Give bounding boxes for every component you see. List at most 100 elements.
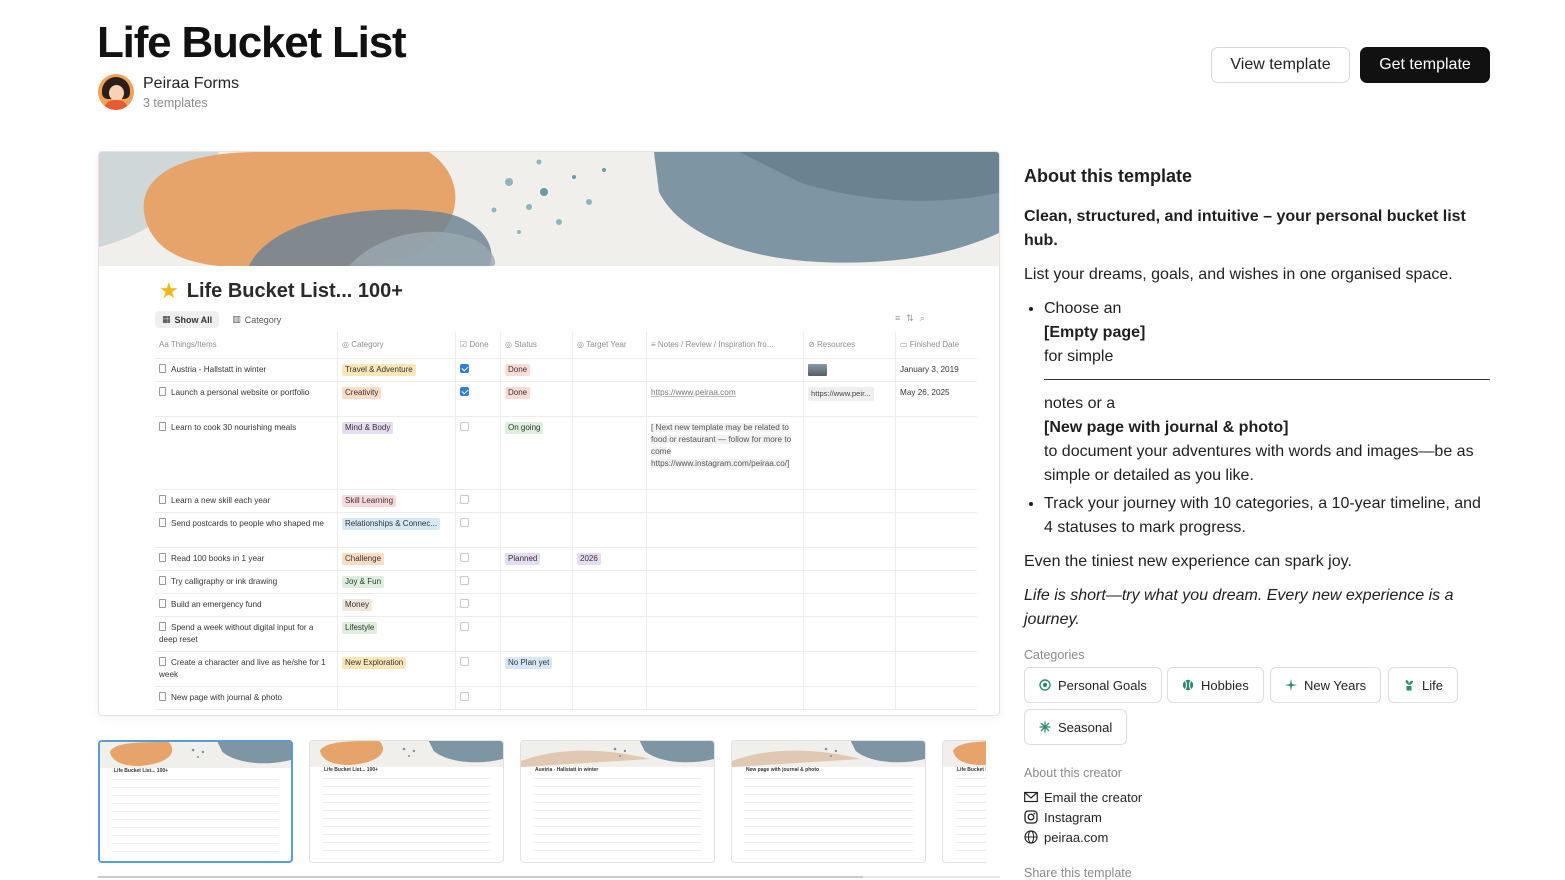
thumbnail-4[interactable]: New page with journal & photo [731, 740, 926, 863]
thumbnail-1[interactable]: Life Bucket List... 100+ [98, 740, 293, 863]
notes-cell [647, 513, 804, 547]
view-template-button[interactable]: View template [1211, 47, 1350, 83]
table-row[interactable]: Austria - Hallstatt in winter Travel & Ad… [155, 359, 977, 382]
year-cell [573, 359, 647, 381]
about-list: Choose an [Empty page] for simple notes … [1044, 297, 1490, 540]
done-checkbox[interactable] [460, 599, 469, 608]
category-chip-seasonal[interactable]: Seasonal [1024, 709, 1128, 745]
instagram-link[interactable]: Instagram [1024, 807, 1142, 827]
thumbnail-5[interactable]: Life Bucket List... [942, 740, 986, 863]
done-checkbox[interactable] [460, 364, 469, 373]
table-header: Aa Things/Items ◎ Category ☑ Done ◎ Stat… [155, 332, 977, 359]
thumbnail-3[interactable]: Austria - Hallstatt in winter [520, 740, 715, 863]
category-cell [338, 687, 456, 709]
table-row[interactable]: Learn to cook 30 nourishing meals Mind & … [155, 417, 977, 490]
category-tag: New Exploration [342, 657, 407, 669]
thumbnail-scrollbar[interactable] [98, 876, 1000, 878]
thumbnail-cover [100, 742, 291, 768]
thumbnail-title: Life Bucket List... [957, 767, 986, 773]
ball-icon [1182, 679, 1194, 691]
status-cell: On going [501, 417, 573, 489]
table-row[interactable]: Send postcards to people who shaped me Re… [155, 513, 977, 548]
category-chip-life[interactable]: Life [1388, 667, 1458, 703]
col-header: ◎ Category [338, 332, 456, 358]
avatar[interactable] [98, 74, 134, 110]
done-cell [456, 382, 501, 416]
done-checkbox[interactable] [460, 657, 469, 666]
status-cell [501, 687, 573, 709]
page-icon [159, 622, 166, 631]
about-heading: About this template [1024, 166, 1193, 186]
category-cell: Lifestyle [338, 617, 456, 651]
bucket-list-table: Aa Things/Items ◎ Category ☑ Done ◎ Stat… [155, 332, 977, 710]
category-tag: Relationships & Connec... [342, 518, 441, 530]
star-icon: ★ [159, 278, 179, 303]
creator-name[interactable]: Peiraa Forms [143, 75, 239, 93]
website-link[interactable]: peiraa.com [1024, 827, 1142, 847]
table-row[interactable]: Create a character and live as he/she fo… [155, 652, 977, 687]
page-icon [159, 599, 166, 608]
email-creator-link[interactable]: Email the creator [1024, 787, 1142, 807]
mail-icon [1024, 791, 1038, 803]
notes-cell [647, 594, 804, 616]
done-checkbox[interactable] [460, 518, 469, 527]
page-title: Life Bucket List [97, 18, 407, 67]
table-row[interactable]: Build an emergency fund Money [155, 594, 977, 617]
thumbnail-cover [521, 741, 714, 767]
finished-cell: May 26, 2025 [900, 388, 950, 397]
page-icon [159, 387, 166, 396]
category-chip-new-years[interactable]: New Years [1270, 667, 1382, 703]
page-icon [159, 518, 166, 527]
status-cell: Planned [501, 548, 573, 570]
status-cell: Done [501, 382, 573, 416]
category-chip-hobbies[interactable]: Hobbies [1167, 667, 1264, 703]
tab-show-all[interactable]: ▦ Show All [155, 311, 220, 328]
notes-cell [647, 652, 804, 686]
thumbnail-strip[interactable]: Life Bucket List... 100+ Life Bucket List… [98, 740, 986, 864]
table-row[interactable]: Try calligraphy or ink drawing Joy & Fun [155, 571, 977, 594]
list-item: Track your journey with 10 categories, a… [1044, 492, 1490, 540]
done-checkbox[interactable] [460, 692, 469, 701]
category-chip-personal-goals[interactable]: Personal Goals [1024, 667, 1162, 703]
item-cell: Learn a new skill each year [155, 490, 338, 512]
done-checkbox[interactable] [460, 576, 469, 585]
resource-link[interactable]: https://www.peir... [808, 387, 874, 401]
table-row[interactable]: Learn a new skill each year Skill Learnin… [155, 490, 977, 513]
year-cell [573, 617, 647, 651]
done-checkbox[interactable] [460, 553, 469, 562]
resources-cell [804, 548, 896, 570]
year-cell [573, 417, 647, 489]
status-cell [501, 571, 573, 593]
finished-cell [896, 417, 977, 489]
done-checkbox[interactable] [460, 387, 469, 396]
table-row[interactable]: Read 100 books in 1 year Challenge Planned… [155, 548, 977, 571]
category-tag: Lifestyle [342, 622, 378, 634]
item-cell: Send postcards to people who shaped me [155, 513, 338, 547]
table-row[interactable]: New page with journal & photo [155, 687, 977, 710]
category-cell: Relationships & Connec... [338, 513, 456, 547]
category-cell: Mind & Body [338, 417, 456, 489]
thumbnail-2[interactable]: Life Bucket List... 100+ [309, 740, 504, 863]
done-checkbox[interactable] [460, 495, 469, 504]
view-tabs[interactable]: ▦ Show All ▥ Category [155, 311, 288, 328]
category-tag: Challenge [342, 553, 385, 565]
done-cell [456, 687, 501, 709]
template-preview-image[interactable]: ★ Life Bucket List... 100+ ▦ Show All ▥ Ca… [98, 151, 1000, 716]
table-row[interactable]: Spend a week without digital input for a… [155, 617, 977, 652]
notes-cell [647, 571, 804, 593]
table-row[interactable]: Launch a personal website or portfolio Cr… [155, 382, 977, 417]
done-cell [456, 417, 501, 489]
creator-info[interactable]: Peiraa Forms 3 templates [98, 74, 239, 110]
notes-cell [647, 548, 804, 570]
board-icon: ▥ [232, 314, 241, 324]
thumbnail-title: Life Bucket List... 100+ [114, 768, 169, 774]
done-checkbox[interactable] [460, 422, 469, 431]
get-template-button[interactable]: Get template [1360, 47, 1490, 83]
table-icon: ▦ [162, 314, 171, 324]
creator-links: Email the creator Instagram peiraa.com [1024, 787, 1142, 847]
tab-category[interactable]: ▥ Category [225, 311, 288, 328]
done-checkbox[interactable] [460, 622, 469, 631]
categories-label: Categories [1024, 648, 1085, 662]
resources-cell [804, 490, 896, 512]
status-cell: Done [501, 359, 573, 381]
